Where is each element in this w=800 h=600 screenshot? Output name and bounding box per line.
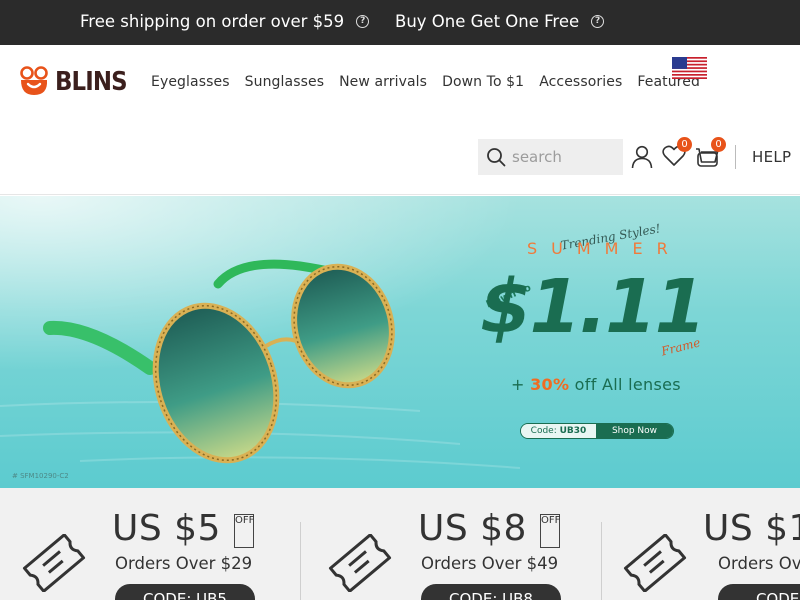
logo-mark-icon bbox=[20, 66, 48, 95]
cart-count-badge: 0 bbox=[711, 137, 726, 152]
cart-button[interactable]: 0 bbox=[694, 137, 726, 169]
hero-lens-offer: + 30% off All lenses bbox=[511, 375, 681, 394]
wishlist-count-badge: 0 bbox=[677, 137, 692, 152]
hero-code-value: UB30 bbox=[559, 426, 587, 436]
wishlist-button[interactable]: 0 bbox=[662, 137, 692, 169]
coupon-card[interactable]: US $1 Orders Ov CODE: U bbox=[601, 488, 800, 600]
help-link[interactable]: HELP bbox=[752, 148, 791, 166]
coupon-code-button[interactable]: CODE: UB8 bbox=[421, 584, 561, 600]
nav-eyeglasses[interactable]: Eyeglasses bbox=[151, 74, 230, 90]
coupon-off-label: OFF bbox=[234, 514, 254, 548]
hero-offer-prefix: + bbox=[511, 375, 531, 394]
hero-summer-text: SUMMER bbox=[527, 239, 682, 258]
nav-sunglasses[interactable]: Sunglasses bbox=[245, 74, 324, 90]
question-circle-icon[interactable]: ? bbox=[356, 15, 370, 28]
logo[interactable]: BLINS bbox=[19, 65, 137, 99]
header-divider bbox=[735, 145, 736, 169]
hero-code-label: Code: UB30 bbox=[521, 424, 596, 438]
promo-bar: Free shipping on order over $59 ? Buy On… bbox=[0, 0, 800, 45]
coupon-code-button[interactable]: CODE: UB5 bbox=[115, 584, 255, 600]
nav-accessories[interactable]: Accessories bbox=[539, 74, 622, 90]
promo-bogo[interactable]: Buy One Get One Free ? bbox=[395, 12, 605, 31]
ticket-icon bbox=[623, 534, 687, 592]
hero-banner[interactable]: Trending Styles! SUMMER Down To $1.11 Fr… bbox=[0, 196, 800, 488]
user-icon[interactable] bbox=[631, 145, 653, 169]
hero-code-pill[interactable]: Code: UB30 Shop Now bbox=[520, 423, 674, 439]
logo-text: BLINS bbox=[55, 67, 128, 97]
coupon-card[interactable]: US $8 OFF Orders Over $49 CODE: UB8 bbox=[300, 488, 600, 600]
promo-free-shipping-text: Free shipping on order over $59 bbox=[80, 12, 345, 31]
hero-sku: # SFM10290-C2 bbox=[12, 472, 69, 480]
search-input[interactable] bbox=[512, 148, 612, 166]
hero-offer-percent: 30% bbox=[530, 375, 570, 394]
coupon-amount: US $5 bbox=[112, 508, 221, 549]
hero-code-label-text: Code: bbox=[530, 426, 560, 436]
shop-now-button[interactable]: Shop Now bbox=[596, 424, 673, 438]
coupon-orders-over: Orders Over $29 bbox=[115, 554, 253, 573]
coupon-off-label: OFF bbox=[540, 514, 560, 548]
coupon-card[interactable]: US $5 OFF Orders Over $29 CODE: UB5 bbox=[0, 488, 300, 600]
coupon-orders-over: Orders Ov bbox=[718, 554, 800, 573]
us-flag-icon[interactable] bbox=[672, 57, 707, 79]
question-circle-icon[interactable]: ? bbox=[591, 15, 605, 28]
nav-down-to-1[interactable]: Down To $1 bbox=[442, 74, 524, 90]
promo-bogo-text: Buy One Get One Free bbox=[395, 12, 580, 31]
search-icon[interactable] bbox=[486, 147, 506, 167]
coupon-amount: US $1 bbox=[703, 508, 800, 549]
promo-free-shipping[interactable]: Free shipping on order over $59 ? bbox=[80, 12, 370, 31]
site-header: BLINS Eyeglasses Sunglasses New arrivals… bbox=[0, 45, 800, 195]
search-box[interactable] bbox=[478, 139, 623, 175]
nav-new-arrivals[interactable]: New arrivals bbox=[339, 74, 427, 90]
coupon-code-button[interactable]: CODE: U bbox=[718, 584, 800, 600]
hero-offer-suffix: off All lenses bbox=[569, 375, 681, 394]
coupon-orders-over: Orders Over $49 bbox=[421, 554, 559, 573]
coupon-amount: US $8 bbox=[418, 508, 527, 549]
hero-price: $1.11 bbox=[480, 264, 706, 350]
ticket-icon bbox=[22, 534, 86, 592]
main-nav: Eyeglasses Sunglasses New arrivals Down … bbox=[151, 74, 715, 90]
coupon-strip: US $5 OFF Orders Over $29 CODE: UB5 US $… bbox=[0, 488, 800, 600]
ticket-icon bbox=[328, 534, 392, 592]
